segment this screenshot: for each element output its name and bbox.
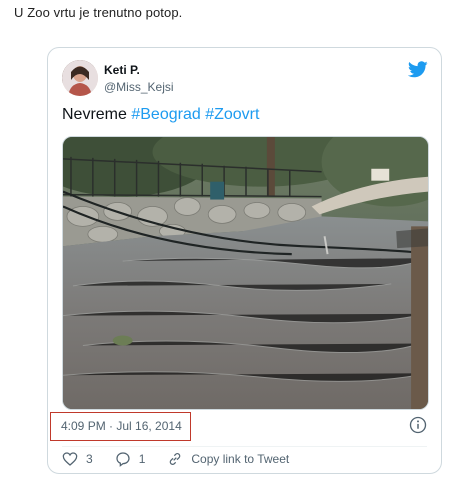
author-name[interactable]: Keti P. — [104, 63, 140, 77]
info-icon[interactable] — [409, 416, 427, 434]
tweet-actions: 3 1 Copy link to Tweet — [62, 451, 311, 467]
reply-bubble-icon — [116, 452, 130, 467]
hashtag-beograd[interactable]: #Beograd — [131, 106, 200, 123]
tweet-timestamp[interactable]: 4:09 PM · Jul 16, 2014 — [50, 412, 191, 441]
link-icon — [170, 453, 181, 465]
heart-icon — [62, 452, 78, 466]
embedded-tweet-card[interactable]: Keti P. @Miss_Kejsi Nevreme #Beograd #Zo… — [47, 47, 442, 474]
avatar[interactable] — [62, 60, 98, 96]
copy-link-label: Copy link to Tweet — [191, 452, 290, 466]
like-count: 3 — [86, 452, 93, 466]
divider — [62, 446, 427, 447]
reply-button[interactable]: 1 — [115, 451, 146, 467]
hashtag-zoovrt[interactable]: #Zoovrt — [205, 106, 259, 123]
twitter-bird-icon[interactable] — [408, 61, 428, 78]
tweet-text: Nevreme #Beograd #Zoovrt — [62, 106, 259, 124]
article-caption: U Zoo vrtu je trenutno potop. — [14, 5, 183, 20]
tweet-text-plain: Nevreme — [62, 106, 132, 123]
reply-count: 1 — [138, 452, 146, 466]
like-button[interactable]: 3 — [62, 451, 93, 467]
tweet-photo[interactable] — [62, 136, 429, 410]
copy-link-button[interactable]: Copy link to Tweet — [167, 451, 289, 467]
author-handle[interactable]: @Miss_Kejsi — [104, 80, 174, 94]
